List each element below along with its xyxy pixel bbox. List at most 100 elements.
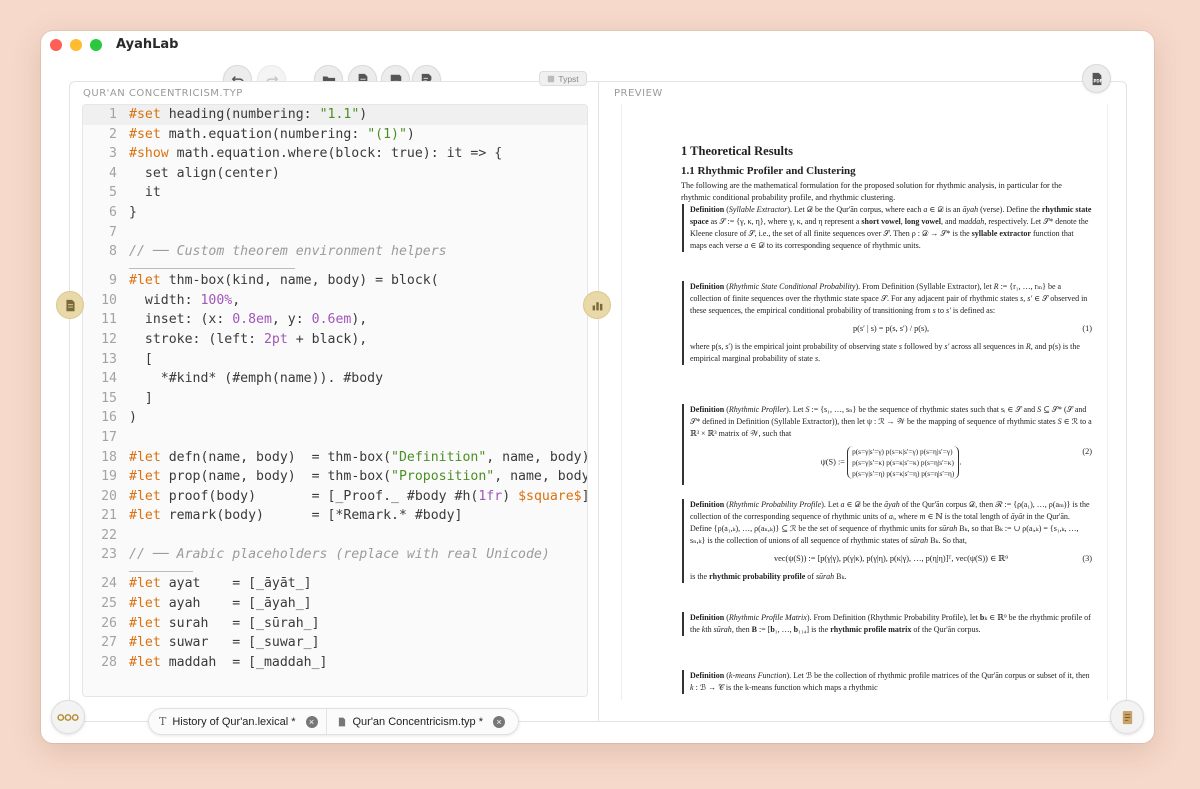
code-line[interactable]: 18 #let defn(name, body) = thm-box("Defin…: [83, 448, 587, 468]
more-icon: [57, 713, 79, 721]
section-heading: 1 Theoretical Results: [681, 144, 794, 158]
line-number: 24: [101, 576, 117, 592]
line-number: 20: [101, 488, 117, 504]
line-number: 12: [101, 331, 117, 347]
code-line[interactable]: 2 #set math.equation(numbering: "(1)"): [83, 125, 587, 145]
code-text: #let proof(body) = [_Proof._ #body #h(1f…: [129, 488, 587, 504]
code-line[interactable]: 7: [83, 223, 587, 243]
minimize-window-button[interactable]: [70, 39, 82, 51]
close-icon[interactable]: ×: [305, 715, 318, 728]
app-title: AyahLab: [116, 37, 179, 52]
tab-label: Qur'an Concentricism.typ *: [352, 715, 483, 728]
code-text: #let defn(name, body) = thm-box("Definit…: [129, 449, 588, 465]
typst-badge-label: Typst: [558, 73, 579, 84]
code-text: #let suwar = [_suwar_]: [129, 635, 320, 651]
tab-quran-concentricism[interactable]: Qur'an Concentricism.typ * ×: [325, 709, 513, 734]
comment-rule: [129, 571, 193, 573]
code-text: #show math.equation.where(block: true): …: [129, 146, 503, 162]
line-number: 18: [101, 449, 117, 465]
preview-panel: PREVIEW 1 Theoretical Results 1.1 Rhythm…: [598, 81, 1127, 722]
tab-label: History of Qur'an.lexical *: [172, 715, 296, 728]
typst-badge: Typst: [539, 71, 587, 86]
line-number: 14: [101, 371, 117, 387]
line-number: 1: [109, 107, 117, 122]
library-button[interactable]: [1110, 700, 1144, 734]
line-number: 17: [101, 429, 117, 445]
code-line[interactable]: 26 #let surah = [_sūrah_]: [83, 614, 587, 634]
code-text: #let prop(name, body) = thm-box("Proposi…: [129, 469, 588, 485]
code-text: *#kind* (#emph(name)). #body: [129, 371, 384, 387]
line-number: 23: [101, 547, 117, 563]
code-line[interactable]: 1 #set heading(numbering: "1.1"): [83, 105, 587, 125]
code-line[interactable]: 24 #let ayat = [_āyāt_]: [83, 574, 587, 594]
definition-block: Definition (Rhythmic Probability Profile…: [682, 499, 1092, 583]
comment-rule: [129, 268, 295, 270]
code-line[interactable]: 6}: [83, 203, 587, 223]
tab-history-lexical[interactable]: T History of Qur'an.lexical * ×: [149, 709, 326, 734]
code-text: #set heading(numbering: "1.1"): [129, 107, 368, 122]
code-line[interactable]: 28 #let maddah = [_maddah_]: [83, 653, 587, 673]
code-line[interactable]: 9 #let thm-box(kind, name, body) = block(: [83, 271, 587, 291]
code-line[interactable]: 27 #let suwar = [_suwar_]: [83, 633, 587, 653]
code-line[interactable]: 20 #let proof(body) = [_Proof._ #body #h(…: [83, 487, 587, 507]
code-line[interactable]: 8 // ── Custom theorem environment helper…: [83, 242, 587, 271]
code-line[interactable]: 17: [83, 428, 587, 448]
typst-icon: [548, 75, 555, 82]
intro-paragraph: The following are the mathematical formu…: [681, 181, 1062, 202]
definition-block: Definition (Rhythmic Profiler). Let S :=…: [682, 404, 1092, 485]
code-line[interactable]: 22: [83, 526, 587, 546]
line-number: 11: [101, 312, 117, 328]
code-text: it: [129, 185, 161, 201]
line-number: 16: [101, 410, 117, 426]
code-text: inset: (x: 0.8em, y: 0.6em),: [129, 312, 368, 328]
code-line[interactable]: 5 it: [83, 183, 587, 203]
code-line[interactable]: 3 #show math.equation.where(block: true):…: [83, 144, 587, 164]
close-window-button[interactable]: [50, 39, 62, 51]
line-number: 15: [101, 390, 117, 406]
line-number: 5: [109, 185, 117, 201]
code-line[interactable]: 13 [: [83, 350, 587, 370]
code-line[interactable]: 11 inset: (x: 0.8em, y: 0.6em),: [83, 310, 587, 330]
line-number: 22: [101, 527, 117, 543]
code-line[interactable]: 10 width: 100%,: [83, 291, 587, 311]
code-line[interactable]: 21 #let remark(body) = [*Remark.* #body]: [83, 506, 587, 526]
definition-block: Definition (k-means Function). Let ℬ be …: [682, 670, 1092, 694]
code-line[interactable]: 14 *#kind* (#emph(name)). #body: [83, 369, 587, 389]
line-number: 25: [101, 596, 117, 612]
code-line[interactable]: 16): [83, 408, 587, 428]
code-editor[interactable]: 1 #set heading(numbering: "1.1") 2 #set mat…: [82, 104, 588, 697]
more-options-button[interactable]: [51, 700, 85, 734]
code-text: ]: [129, 390, 153, 406]
code-text: #let ayat = [_āyāt_]: [129, 576, 312, 592]
code-line[interactable]: 15 ]: [83, 389, 587, 409]
code-text: #set math.equation(numbering: "(1)"): [129, 126, 415, 142]
line-number: 6: [109, 204, 117, 220]
preview-label: PREVIEW: [614, 88, 663, 99]
line-number: 4: [109, 165, 117, 181]
toggle-editor-button[interactable]: [56, 291, 84, 319]
code-text: width: 100%,: [129, 292, 241, 308]
pdf-page[interactable]: 1 Theoretical Results 1.1 Rhythmic Profi…: [621, 104, 1108, 700]
subsection-heading: 1.1 Rhythmic Profiler and Clustering: [681, 165, 856, 177]
line-number: 27: [101, 635, 117, 651]
definition-block: Definition (Rhythmic State Conditional P…: [682, 281, 1092, 365]
code-text: set align(center): [129, 165, 280, 181]
code-text: [: [129, 351, 153, 367]
line-number: 13: [101, 351, 117, 367]
line-number: 9: [109, 273, 117, 289]
code-line[interactable]: 23 // ── Arabic placeholders (replace wit…: [83, 545, 587, 574]
close-icon[interactable]: ×: [492, 715, 505, 728]
line-number: 21: [101, 508, 117, 524]
line-number: 3: [109, 146, 117, 162]
code-line[interactable]: 12 stroke: (left: 2pt + black),: [83, 330, 587, 350]
code-line[interactable]: 25 #let ayah = [_āyah_]: [83, 594, 587, 614]
zoom-window-button[interactable]: [90, 39, 102, 51]
code-text: ): [129, 410, 137, 426]
app-window: AyahLab QUR'AN CONCENTRICISM.TYP Typst 1…: [41, 31, 1154, 743]
editor-panel: QUR'AN CONCENTRICISM.TYP Typst 1 #set hea…: [69, 71, 599, 722]
line-number: 26: [101, 615, 117, 631]
code-line[interactable]: 19 #let prop(name, body) = thm-box("Propo…: [83, 467, 587, 487]
toggle-preview-button[interactable]: [583, 291, 611, 319]
code-line[interactable]: 4 set align(center): [83, 164, 587, 184]
export-pdf-button[interactable]: PDF: [1082, 64, 1111, 93]
